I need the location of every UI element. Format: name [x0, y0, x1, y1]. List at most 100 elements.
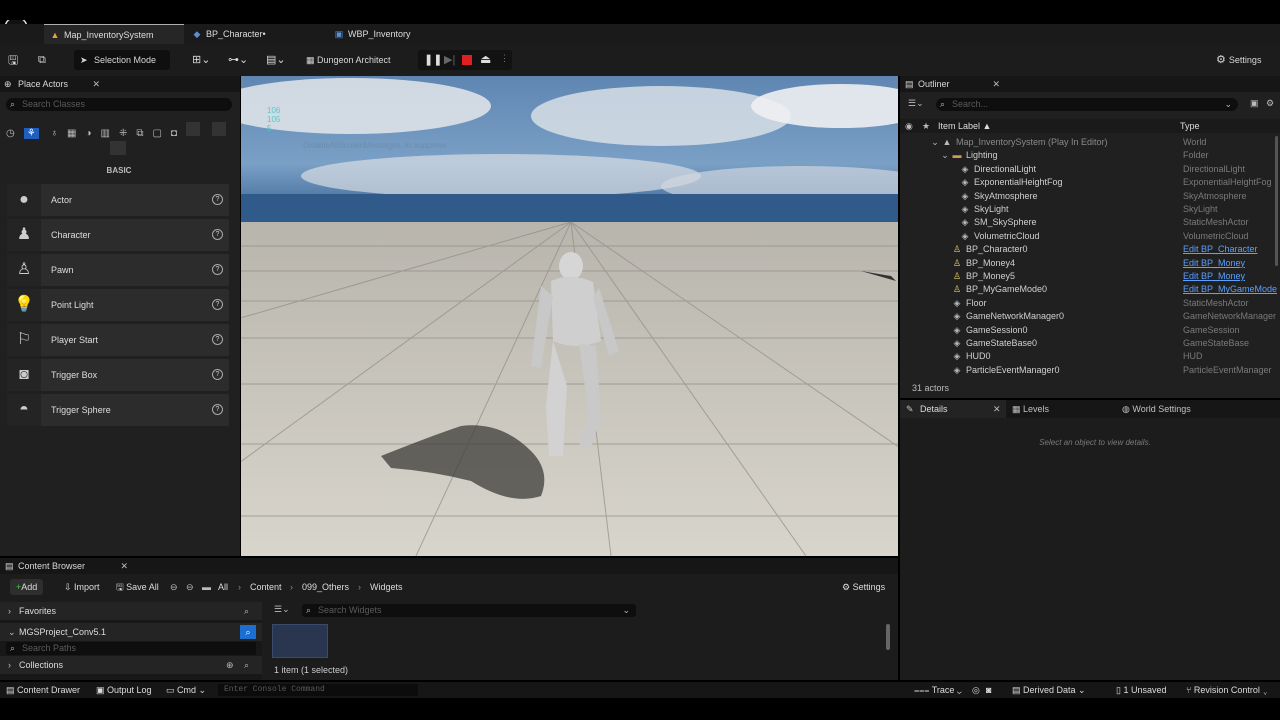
outliner-row[interactable]: ◈ GameStateBase0 GameStateBase [902, 337, 1278, 350]
help-icon[interactable]: ? [212, 194, 223, 205]
asset-scrollbar[interactable] [886, 624, 890, 650]
actor-item-player-start[interactable]: ⚐ Player Start ? [7, 324, 229, 356]
console-input[interactable]: Enter Console Command [218, 684, 418, 696]
search-icon[interactable]: ⌕ [244, 656, 249, 674]
search-icon[interactable]: ⌕ [240, 625, 256, 639]
output-log-button[interactable]: ▣ Output Log [96, 682, 152, 698]
eject-icon[interactable]: ⏏ [480, 52, 491, 66]
geometry-icon[interactable]: ▥ [100, 128, 118, 139]
crumb-all[interactable]: All [218, 578, 228, 596]
outliner-row[interactable]: ◈ GameNetworkManager0 GameNetworkManager [902, 310, 1278, 323]
browse-icon[interactable]: ⧉ [38, 50, 46, 70]
outliner-row[interactable]: ◈ DirectionalLight DirectionalLight [902, 163, 1278, 176]
collections-row[interactable]: › Collections ⊕ ⌕ [0, 656, 262, 674]
outliner-row[interactable]: ♙ BP_Money4 Edit BP_Money [902, 257, 1278, 270]
tab-bp-character[interactable]: ◆ BP_Character• [186, 24, 326, 44]
dungeon-architect-button[interactable]: ▦ Dungeon Architect [306, 50, 391, 70]
tab-map[interactable]: ▲ Map_InventorySystem [44, 24, 184, 44]
revision-control-dropdown[interactable]: ⑂ Revision Control ⌄ [1186, 682, 1268, 698]
favorites-row[interactable]: › Favorites ⌕ [0, 602, 262, 620]
edit-blueprint-link[interactable]: Edit BP_MyGameMode [1183, 283, 1277, 296]
screenshot-icon[interactable]: ◙ [986, 682, 991, 698]
help-icon[interactable]: ? [212, 334, 223, 345]
content-settings-button[interactable]: ⚙ Settings [842, 578, 885, 596]
actor-item-actor[interactable]: ● Actor ? [7, 184, 229, 216]
pin-icon[interactable]: ★ [922, 119, 930, 133]
pause-icon[interactable]: ❚❚ [424, 53, 442, 66]
visibility-icon[interactable]: ◉ [905, 119, 913, 133]
shapes-icon[interactable]: ▢ [152, 128, 170, 139]
volumes-icon[interactable]: ⁜ [119, 128, 136, 139]
column-item-label[interactable]: Item Label ▲ [938, 119, 991, 133]
cinematics-icon[interactable]: ▤⌄ [266, 50, 286, 70]
actor-item-trigger-sphere[interactable]: ◓ Trigger Sphere ? [7, 394, 229, 426]
outliner-row[interactable]: ◈ Floor StaticMeshActor [902, 297, 1278, 310]
extra-category-2[interactable] [211, 122, 226, 136]
blueprint-menu-icon[interactable]: ⊶⌄ [228, 50, 248, 70]
lights-icon[interactable]: ♁ [50, 128, 67, 139]
derived-data-dropdown[interactable]: ▤ Derived Data ⌄ [1012, 682, 1086, 698]
edit-blueprint-link[interactable]: Edit BP_Money [1183, 257, 1245, 270]
settings-button[interactable]: ⚙ Settings [1216, 50, 1261, 70]
add-actor-icon[interactable]: ⊞⌄ [192, 50, 210, 70]
new-folder-icon[interactable]: ▣ [1250, 98, 1259, 109]
actor-item-character[interactable]: ♟ Character ? [7, 219, 229, 251]
outliner-row[interactable]: ⌄ ▲ Map_InventorySystem (Play In Editor) Wo… [902, 136, 1278, 149]
help-icon[interactable]: ? [212, 369, 223, 380]
record-icon[interactable]: ◎ [972, 682, 980, 698]
misc-icon[interactable]: ◘ [171, 128, 186, 139]
tab-details[interactable]: ✎ Details ✕ [900, 400, 1006, 418]
help-icon[interactable]: ? [212, 264, 223, 275]
settings-gear-icon[interactable]: ⚙ [1266, 98, 1274, 109]
trace-dropdown[interactable]: ⩶ Trace ⌄ [914, 682, 962, 698]
edit-blueprint-link[interactable]: Edit BP_Character [1183, 243, 1258, 256]
recent-icon[interactable]: ◷ [6, 128, 24, 139]
actor-item-pawn[interactable]: ♙ Pawn ? [7, 254, 229, 286]
tab-world-settings[interactable]: ◍ World Settings [1122, 400, 1191, 418]
folder-icon[interactable]: ▬ [202, 578, 211, 596]
outliner-row[interactable]: ◈ ExponentialHeightFog ExponentialHeightFo… [902, 176, 1278, 189]
close-icon[interactable]: ✕ [92, 76, 100, 92]
selection-mode-dropdown[interactable]: ➤ Selection Mode ⌄ [74, 50, 170, 85]
outliner-row[interactable]: ◈ GameSession0 GameSession [902, 324, 1278, 337]
basic-category-icon[interactable]: ⚘ [23, 128, 39, 139]
edit-blueprint-link[interactable]: Edit BP_Money [1183, 270, 1245, 283]
unsaved-button[interactable]: ▯ 1 Unsaved [1116, 682, 1166, 698]
all-classes-icon[interactable]: ⧉ [136, 128, 152, 139]
outliner-row[interactable]: ◈ VolumetricCloud VolumetricCloud [902, 230, 1278, 243]
outliner-row[interactable]: ◈ SkyLight SkyLight [902, 203, 1278, 216]
tab-wbp-inventory[interactable]: ▣ WBP_Inventory [328, 24, 468, 44]
close-icon[interactable]: ✕ [993, 400, 1001, 418]
actor-item-point-light[interactable]: 💡 Point Light ? [7, 289, 229, 321]
history-back-icon[interactable]: ⊖ [170, 578, 178, 596]
search-paths-input[interactable]: ⌕ Search Paths [6, 642, 256, 655]
outliner-row[interactable]: ♙ BP_Money5 Edit BP_Money [902, 270, 1278, 283]
cinematic-icon[interactable]: ▦ [67, 128, 85, 139]
add-button[interactable]: +Add [10, 579, 44, 595]
tab-levels[interactable]: ▦ Levels [1012, 400, 1049, 418]
outliner-row[interactable]: ◈ SkyAtmosphere SkyAtmosphere [902, 190, 1278, 203]
filter-icon[interactable]: ☰⌄ [274, 604, 290, 615]
close-icon[interactable]: ✕ [120, 558, 128, 574]
chevron-down-icon[interactable]: ⌄ [1224, 98, 1232, 111]
step-icon[interactable]: ▶| [444, 53, 455, 66]
outliner-row[interactable]: ◈ ParticleEventManager0 ParticleEventManag… [902, 364, 1278, 377]
filter-icon[interactable]: ☰⌄ [908, 98, 924, 109]
visual-effects-icon[interactable]: ◑ [85, 128, 100, 139]
crumb-content[interactable]: Content [250, 578, 282, 596]
more-icon[interactable]: ⋮ [500, 53, 509, 64]
outliner-row[interactable]: ♙ BP_Character0 Edit BP_Character [902, 243, 1278, 256]
outliner-row[interactable]: ⌄ ▬ Lighting Folder [902, 149, 1278, 162]
search-classes-input[interactable]: ⌕ Search Classes [6, 98, 232, 111]
chevron-down-icon[interactable]: ⌄ [622, 604, 630, 617]
help-icon[interactable]: ? [212, 299, 223, 310]
crumb-others[interactable]: 099_Others [302, 578, 349, 596]
project-row[interactable]: ⌄ MGSProject_Conv5.1 ⌕ [0, 623, 262, 641]
outliner-row[interactable]: ◈ SM_SkySphere StaticMeshActor [902, 216, 1278, 229]
stop-icon[interactable] [462, 55, 472, 65]
import-button[interactable]: ⇩ Import [64, 578, 100, 596]
extra-category-1[interactable] [185, 122, 200, 136]
help-icon[interactable]: ? [212, 404, 223, 415]
content-drawer-button[interactable]: ▤ Content Drawer [6, 682, 80, 698]
asset-tile-selected[interactable] [272, 624, 328, 658]
